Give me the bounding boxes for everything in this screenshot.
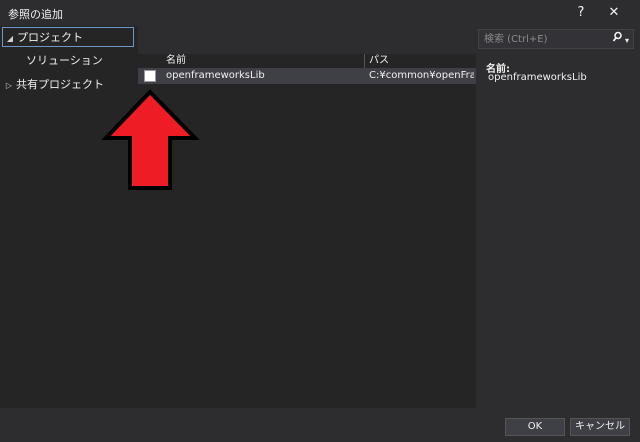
- cancel-button[interactable]: キャンセル: [570, 418, 630, 436]
- search-icon[interactable]: ▾: [609, 31, 631, 47]
- magnifier-glyph: [612, 31, 622, 42]
- category-tree: ◢ プロジェクト ソリューション ▷ 共有プロジェクト: [0, 26, 138, 408]
- tree-item-label: ソリューション: [26, 54, 103, 67]
- search-box: ▾: [478, 29, 634, 49]
- table-row[interactable]: openframeworksLib C:¥common¥openFra...: [138, 68, 476, 84]
- tree-item-label: プロジェクト: [17, 31, 83, 44]
- close-button[interactable]: ✕: [603, 3, 625, 23]
- column-header-path[interactable]: パス: [369, 54, 389, 68]
- title-bar: 参照の追加 ? ✕: [0, 0, 640, 26]
- tree-item-solution[interactable]: ソリューション: [12, 51, 103, 71]
- column-separator: [364, 54, 365, 68]
- include-checkbox[interactable]: [144, 70, 156, 82]
- tree-item-label: 共有プロジェクト: [16, 78, 104, 91]
- window-title: 参照の追加: [8, 8, 63, 21]
- row-path-cell: C:¥common¥openFra...: [369, 70, 474, 81]
- ok-button[interactable]: OK: [505, 418, 565, 436]
- collapsed-triangle-icon[interactable]: ▷: [2, 76, 16, 96]
- help-button[interactable]: ?: [570, 3, 592, 23]
- search-dropdown-icon[interactable]: ▾: [625, 36, 629, 45]
- column-header-name[interactable]: 名前: [166, 54, 186, 68]
- expanded-triangle-icon[interactable]: ◢: [3, 29, 17, 49]
- reference-list: 名前 パス openframeworksLib C:¥common¥openFr…: [138, 54, 476, 408]
- tree-item-project[interactable]: ◢ プロジェクト: [2, 27, 134, 47]
- tree-item-shared-project[interactable]: ▷ 共有プロジェクト: [2, 75, 104, 95]
- detail-name-value: openframeworksLib: [488, 72, 587, 83]
- search-input[interactable]: [479, 30, 611, 48]
- detail-panel: 名前: openframeworksLib: [478, 54, 640, 408]
- dialog-footer: OK キャンセル: [0, 408, 640, 442]
- row-name-cell: openframeworksLib: [166, 70, 265, 81]
